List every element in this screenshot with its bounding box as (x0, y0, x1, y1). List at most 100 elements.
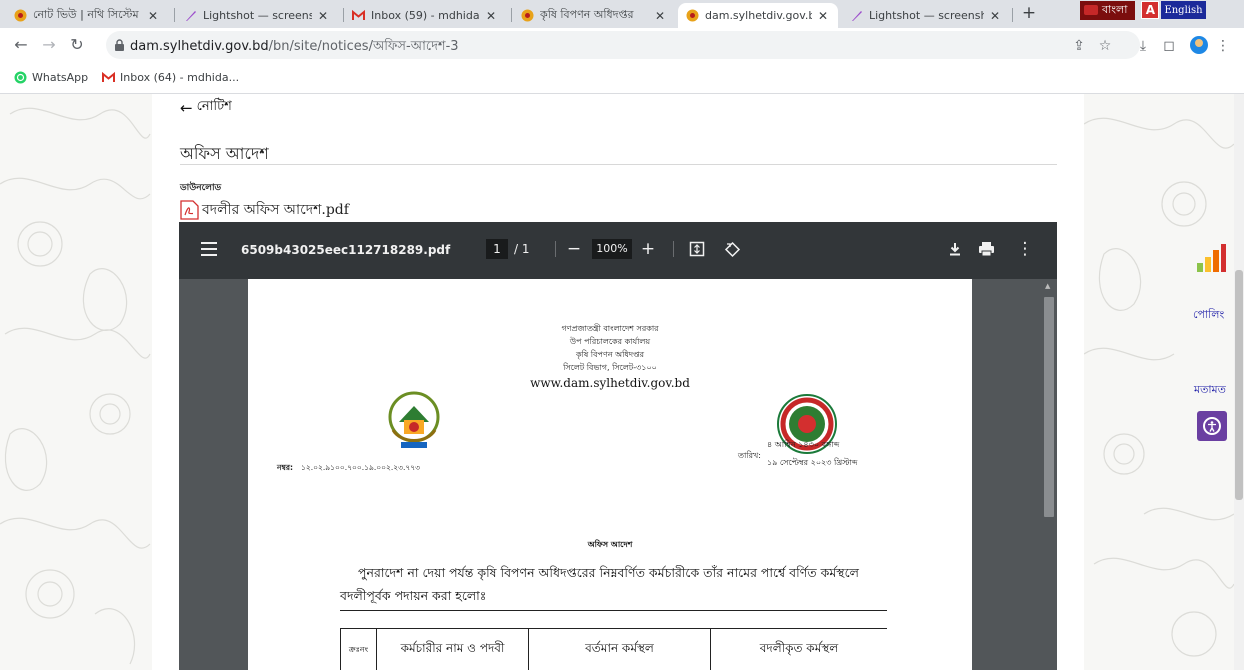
tab-active-notice[interactable]: dam.sylhetdiv.gov.bd ✕ (678, 3, 838, 28)
acrobat-a-icon: A (1141, 1, 1160, 19)
bookmark-whatsapp[interactable]: WhatsApp (14, 71, 88, 84)
tab-dam[interactable]: কৃষি বিপণন অধিদপ্তর ✕ (513, 3, 675, 28)
doc-paragraph-text: পুনরাদেশ না দেয়া পর্যন্ত কৃষি বিপণন অধি… (340, 565, 859, 603)
fit-to-page-icon[interactable] (689, 241, 705, 257)
doc-date-english: ১৯ সেপ্টেম্বর ২০২৩ খ্রিস্টাব্দ (767, 458, 858, 467)
back-arrow-icon[interactable]: ← (10, 34, 32, 56)
doc-memo-label: নম্বর: (277, 463, 294, 472)
tab-separator (511, 8, 512, 22)
close-tab-icon[interactable]: ✕ (318, 9, 330, 23)
bookmarks-bar: WhatsApp Inbox (64) - mdhida... (0, 62, 1244, 94)
language-switcher: বাংলা A English (1080, 0, 1206, 20)
menu-kebab-icon[interactable]: ⋮ (1214, 37, 1232, 55)
tab-title: কৃষি বিপণন অধিদপ্তর (540, 8, 634, 21)
bookmark-star-icon[interactable]: ☆ (1096, 37, 1114, 55)
poll-chart-icon[interactable] (1196, 244, 1226, 272)
pdf-more-options-icon[interactable]: ⋮ (1014, 237, 1036, 261)
whatsapp-icon (14, 71, 27, 84)
tab-title: Lightshot — screensh (869, 9, 984, 22)
dam-emblem-icon (388, 391, 440, 448)
gmail-icon (352, 9, 365, 22)
tab-lightshot-1[interactable]: Lightshot — screensh ✕ (176, 3, 338, 28)
print-icon[interactable] (978, 241, 995, 257)
tab-nothi[interactable]: নোট ভিউ | নথি সিস্টেম ✕ (6, 3, 168, 28)
reload-icon[interactable]: ↻ (66, 34, 88, 56)
scroll-up-icon[interactable]: ▲ (1045, 282, 1050, 290)
close-tab-icon[interactable]: ✕ (818, 9, 830, 23)
page-number-input[interactable]: 1 (486, 239, 508, 259)
forward-arrow-icon[interactable]: → (38, 34, 60, 56)
divider (180, 164, 1057, 165)
accessibility-button[interactable] (1197, 411, 1227, 441)
url-text[interactable]: dam.sylhetdiv.gov.bd/bn/site/notices/অফি… (130, 37, 459, 58)
tab-strip: নোট ভিউ | নথি সিস্টেম ✕ Lightshot — scre… (0, 0, 1244, 28)
english-language-button[interactable]: English (1161, 1, 1206, 19)
table-header-transferred: বদলীকৃত কর্মস্থল (710, 628, 887, 670)
lock-icon[interactable] (114, 39, 125, 51)
pdf-filename: 6509b43025eec112718289.pdf (241, 243, 451, 257)
toolbar-separator (555, 241, 556, 257)
zoom-level-input[interactable]: 100% (592, 239, 632, 259)
doc-title: অফিস আদেশ (587, 540, 633, 549)
bangla-label: বাংলা (1102, 2, 1128, 16)
back-to-notices-link[interactable]: ← নোটিশ (180, 97, 232, 118)
bookmark-label: Inbox (64) - mdhida... (120, 71, 240, 84)
page-scrollbar[interactable] (1234, 94, 1244, 670)
pdf-scrollbar[interactable]: ▲ (1041, 279, 1057, 670)
close-tab-icon[interactable]: ✕ (486, 9, 498, 23)
pdf-gutter-left (179, 279, 247, 670)
doc-date-bangla: ৪ আশ্বিন ১৪৩০ বঙ্গাব্দ (767, 440, 840, 449)
page-scrollbar-thumb[interactable] (1235, 270, 1243, 500)
page-viewport: ← নোটিশ অফিস আদেশ ডাউনলোড বদলীর অফিস আদে… (0, 94, 1244, 670)
hamburger-menu-icon[interactable] (201, 242, 217, 256)
tab-gmail[interactable]: Inbox (59) - mdhiday ✕ (344, 3, 506, 28)
doc-gov-line-3: কৃষি বিপণন অধিদপ্তর (575, 350, 645, 359)
gmail-icon (102, 71, 115, 84)
side-panel-icon[interactable]: ◻ (1160, 37, 1178, 55)
zoom-in-icon[interactable]: + (637, 237, 659, 261)
doc-memo-number: ১২.০২.৯১০০.৭০০.১৯.০০২.২৩.৭৭৩ (301, 463, 421, 472)
polling-link[interactable]: পোলিং (1193, 306, 1224, 325)
zoom-out-icon[interactable]: − (563, 237, 585, 261)
pdf-scrollbar-thumb[interactable] (1044, 297, 1054, 517)
table-header-name: কর্মচারীর নাম ও পদবী (376, 628, 528, 670)
doc-gov-line-1: গণপ্রজাতন্ত্রী বাংলাদেশ সরকার (561, 324, 659, 333)
doc-gov-line-2: উপ পরিচালকের কার্যালয় (569, 337, 651, 346)
close-tab-icon[interactable]: ✕ (990, 9, 1002, 23)
accessibility-icon (1203, 417, 1221, 435)
back-arrow-icon: ← (180, 98, 193, 117)
page-total: / 1 (514, 242, 530, 256)
pdf-download-link[interactable]: বদলীর অফিস আদেশ.pdf (180, 198, 349, 222)
tab-separator (174, 8, 175, 22)
table-header-serial: ক্রঃনং (340, 628, 376, 670)
opinion-link[interactable]: মতামত (1194, 381, 1226, 400)
doc-table: ক্রঃনং কর্মচারীর নাম ও পদবী বর্তমান কর্ম… (340, 610, 887, 670)
profile-avatar[interactable] (1190, 36, 1208, 54)
pdf-file-name: বদলীর অফিস আদেশ.pdf (202, 202, 349, 218)
lightshot-icon (850, 9, 863, 22)
download-icon[interactable]: ⤓ (1134, 37, 1152, 55)
rotate-icon[interactable] (724, 241, 741, 258)
bookmark-gmail[interactable]: Inbox (64) - mdhida... (102, 71, 239, 84)
doc-date-label: তারিখ: (738, 451, 761, 460)
close-tab-icon[interactable]: ✕ (148, 9, 160, 23)
tab-lightshot-2[interactable]: Lightshot — screensh ✕ (842, 3, 1010, 28)
share-icon[interactable]: ⇪ (1070, 37, 1088, 55)
new-tab-button[interactable]: + (1018, 4, 1040, 24)
decorative-pattern-left (0, 107, 151, 665)
bangla-language-button[interactable]: বাংলা (1080, 0, 1136, 20)
dam-icon (14, 9, 27, 22)
doc-website: www.dam.sylhetdiv.gov.bd (530, 376, 690, 390)
dam-icon (686, 9, 699, 22)
main-content: ← নোটিশ অফিস আদেশ ডাউনলোড বদলীর অফিস আদে… (152, 94, 1084, 670)
dam-icon (521, 9, 534, 22)
close-tab-icon[interactable]: ✕ (655, 9, 667, 23)
url-path: /bn/site/notices/অফিস-আদেশ-3 (268, 39, 459, 54)
doc-paragraph: পুনরাদেশ না দেয়া পর্যন্ত কৃষি বিপণন অধি… (340, 561, 900, 607)
table-header-current: বর্তমান কর্মস্থল (528, 628, 710, 670)
pdf-toolbar: 6509b43025eec112718289.pdf 1 / 1 − 100% … (179, 222, 1057, 279)
pdf-download-icon[interactable] (947, 241, 963, 257)
tab-separator (1012, 8, 1013, 22)
download-label: ডাউনলোড (180, 183, 222, 193)
toolbar-separator (673, 241, 674, 257)
